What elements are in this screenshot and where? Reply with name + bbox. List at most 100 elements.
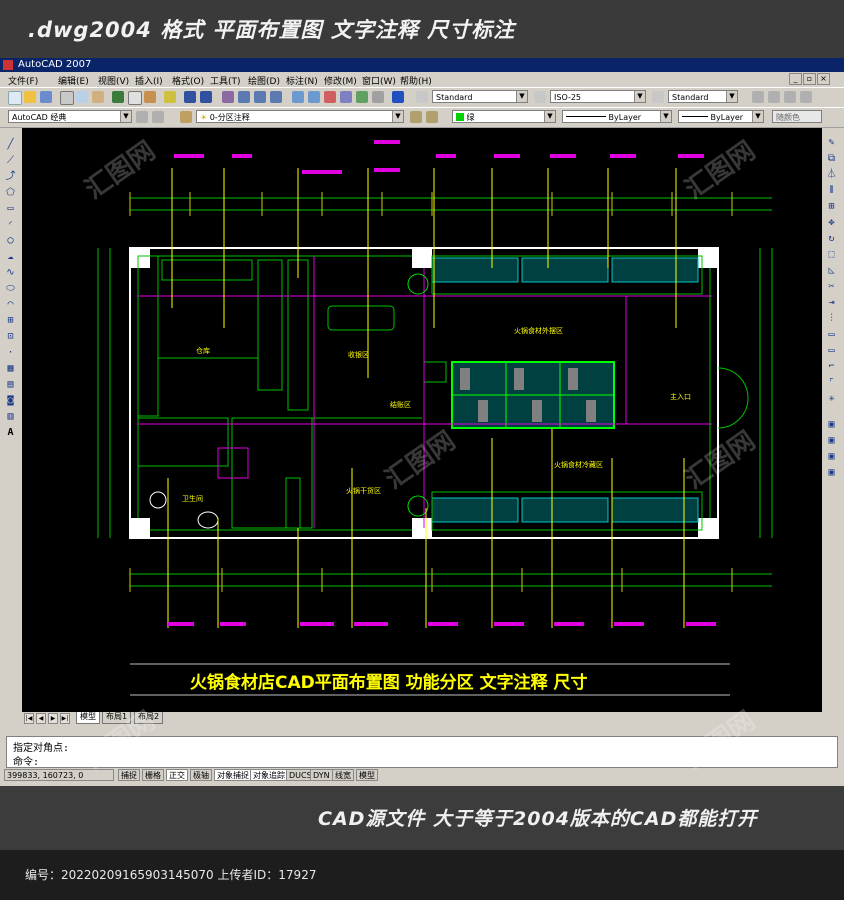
circle-icon[interactable]: ◯ xyxy=(4,234,17,247)
make-current-layer-icon[interactable] xyxy=(426,111,438,123)
menu-item[interactable]: 编辑(E) xyxy=(58,74,89,87)
rotate-icon[interactable]: ↻ xyxy=(825,232,838,245)
redo-icon[interactable] xyxy=(200,91,212,103)
scale-icon[interactable]: ⬚ xyxy=(825,248,838,261)
sheet-set-icon[interactable] xyxy=(340,91,352,103)
arc-icon[interactable]: ◜ xyxy=(4,218,17,231)
last-tab-icon[interactable]: ▶| xyxy=(60,713,70,724)
menu-item[interactable]: 视图(V) xyxy=(98,74,129,87)
properties-icon[interactable] xyxy=(292,91,304,103)
dim-style-icon[interactable] xyxy=(534,91,546,103)
line-icon[interactable]: ╱ xyxy=(4,138,17,151)
copy-object-icon[interactable]: ⧉ xyxy=(825,152,838,165)
model-toggle[interactable]: 模型 xyxy=(356,769,378,781)
cut-icon[interactable] xyxy=(112,91,124,103)
new-icon[interactable] xyxy=(8,91,22,105)
hatch-icon[interactable]: ▦ xyxy=(4,362,17,375)
construction-line-icon[interactable]: ⟋ xyxy=(4,154,17,167)
restore-icon[interactable]: ▫ xyxy=(803,73,816,85)
close-icon[interactable]: × xyxy=(817,73,830,85)
trim-icon[interactable]: ✂ xyxy=(825,280,838,293)
dim-aligned-icon[interactable] xyxy=(768,91,780,103)
revision-cloud-icon[interactable]: ☁ xyxy=(4,250,17,263)
calculator-icon[interactable] xyxy=(372,91,384,103)
otrack-toggle[interactable]: 对象追踪 xyxy=(250,769,288,781)
drawing-canvas[interactable]: 仓库 收银区 结账区 火锅食材外摆区 火锅食材冷藏区 火锅干货区 卫生间 主入口… xyxy=(22,128,822,712)
minimize-icon[interactable]: _ xyxy=(789,73,802,85)
workspace-select[interactable]: AutoCAD 经典 ▼ xyxy=(8,110,132,123)
gradient-icon[interactable]: ▤ xyxy=(4,378,17,391)
design-center-icon[interactable] xyxy=(308,91,320,103)
zoom-window-icon[interactable] xyxy=(254,91,266,103)
polygon-icon[interactable]: ⬠ xyxy=(4,186,17,199)
dim-angular-icon[interactable] xyxy=(800,91,812,103)
menu-item[interactable]: 格式(O) xyxy=(172,74,204,87)
lineweight-toggle[interactable]: 线宽 xyxy=(332,769,354,781)
stretch-icon[interactable]: ◺ xyxy=(825,264,838,277)
preview-icon[interactable] xyxy=(76,91,88,103)
menu-item[interactable]: 绘图(D) xyxy=(248,74,280,87)
zoom-previous-icon[interactable] xyxy=(270,91,282,103)
publish-icon[interactable] xyxy=(92,91,104,103)
help-icon[interactable] xyxy=(392,91,404,103)
menu-item[interactable]: 文件(F) xyxy=(8,74,38,87)
tool-palettes-icon[interactable] xyxy=(324,91,336,103)
spline-icon[interactable]: ∿ xyxy=(4,266,17,279)
menu-item[interactable]: 窗口(W) xyxy=(362,74,396,87)
paste-icon[interactable] xyxy=(144,91,156,103)
first-tab-icon[interactable]: |◀ xyxy=(24,713,34,724)
point-icon[interactable]: · xyxy=(4,346,17,359)
pan-icon[interactable] xyxy=(222,91,234,103)
match-properties-icon[interactable] xyxy=(164,91,176,103)
open-icon[interactable] xyxy=(24,91,36,103)
text-style-select[interactable]: Standard ▼ xyxy=(432,90,528,103)
prev-tab-icon[interactable]: ◀ xyxy=(36,713,46,724)
snap-toggle[interactable]: 捕捉 xyxy=(118,769,140,781)
polar-toggle[interactable]: 极轴 xyxy=(190,769,212,781)
menu-item[interactable]: 工具(T) xyxy=(210,74,241,87)
erase-icon[interactable]: ✎ xyxy=(825,136,838,149)
table-style-icon[interactable] xyxy=(652,91,664,103)
markup-icon[interactable] xyxy=(356,91,368,103)
region-icon[interactable]: ◙ xyxy=(4,394,17,407)
osnap-toggle[interactable]: 对象捕捉 xyxy=(214,769,252,781)
lineweight-select[interactable]: ByLayer ▼ xyxy=(678,110,764,123)
extend-icon[interactable]: ⇥ xyxy=(825,296,838,309)
insert-block-icon[interactable]: ⊞ xyxy=(4,314,17,327)
mirror-icon[interactable]: ⏃ xyxy=(825,168,838,181)
table-style-select[interactable]: Standard ▼ xyxy=(668,90,738,103)
layer-previous-icon[interactable] xyxy=(410,111,422,123)
command-prompt[interactable]: 命令: xyxy=(13,753,39,768)
break-icon[interactable]: ▭ xyxy=(825,328,838,341)
draw-order-icon[interactable]: ▣ xyxy=(825,418,838,431)
menu-item[interactable]: 帮助(H) xyxy=(400,74,432,87)
workspace-save-icon[interactable] xyxy=(152,111,164,123)
break-at-point-icon[interactable]: ⫶ xyxy=(825,312,838,325)
linetype-select[interactable]: ByLayer ▼ xyxy=(562,110,672,123)
chamfer-icon[interactable]: ⌐ xyxy=(825,360,838,373)
make-block-icon[interactable]: ⊡ xyxy=(4,330,17,343)
layer-select[interactable]: ☀ 0-分区注释 ▼ xyxy=(196,110,404,123)
polyline-icon[interactable]: ⤴ xyxy=(4,170,17,183)
save-icon[interactable] xyxy=(40,91,52,103)
menu-item[interactable]: 修改(M) xyxy=(324,74,357,87)
ortho-toggle[interactable]: 正交 xyxy=(166,769,188,781)
multiline-text-icon[interactable]: A xyxy=(4,426,17,439)
offset-icon[interactable]: ⫴ xyxy=(825,184,838,197)
workspace-settings-icon[interactable] xyxy=(136,111,148,123)
menu-item[interactable]: 标注(N) xyxy=(286,74,318,87)
ellipse-icon[interactable]: ⬭ xyxy=(4,282,17,295)
array-icon[interactable]: ⊞ xyxy=(825,200,838,213)
layer-manager-icon[interactable] xyxy=(180,111,192,123)
bring-front-icon[interactable]: ▣ xyxy=(825,434,838,447)
dyn-toggle[interactable]: DYN xyxy=(310,769,333,781)
join-icon[interactable]: ▭ xyxy=(825,344,838,357)
table-icon[interactable]: ▥ xyxy=(4,410,17,423)
menu-item[interactable]: 插入(I) xyxy=(135,74,163,87)
plotstyle-select[interactable]: 随颜色 xyxy=(772,110,822,123)
dim-linear-icon[interactable] xyxy=(752,91,764,103)
fillet-icon[interactable]: ⌜ xyxy=(825,376,838,389)
print-icon[interactable] xyxy=(60,91,74,105)
color-select[interactable]: 绿 ▼ xyxy=(452,110,556,123)
tab-model[interactable]: 模型 xyxy=(76,712,100,724)
